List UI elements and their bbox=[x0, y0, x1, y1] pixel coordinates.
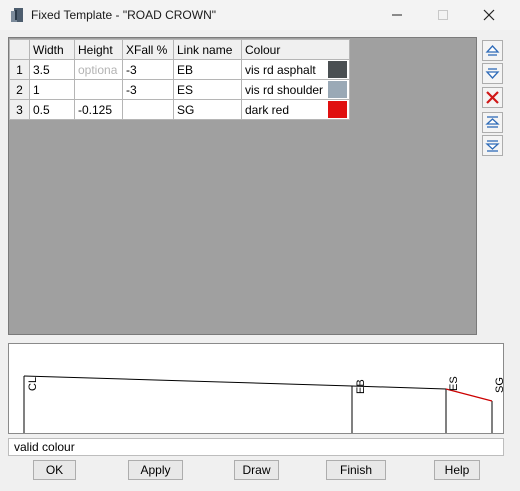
column-header-xfall[interactable]: XFall % bbox=[122, 39, 174, 60]
column-header-height[interactable]: Height bbox=[74, 39, 123, 60]
colour-name: dark red bbox=[245, 102, 290, 117]
window-title: Fixed Template - "ROAD CROWN" bbox=[31, 8, 216, 22]
height-cell[interactable] bbox=[74, 79, 123, 100]
minimize-icon bbox=[392, 14, 402, 16]
table-row: 1 3.5 optiona -3 EB vis rd asphalt bbox=[9, 59, 351, 80]
colour-cell[interactable]: vis rd asphalt bbox=[240, 59, 351, 80]
move-row-up-button[interactable] bbox=[482, 40, 503, 61]
column-header-colour[interactable]: Colour bbox=[240, 39, 351, 60]
es-label: ES bbox=[448, 376, 460, 391]
width-cell[interactable]: 3.5 bbox=[29, 59, 75, 80]
colour-name: vis rd shoulder bbox=[245, 82, 324, 97]
column-header-link-name[interactable]: Link name bbox=[173, 39, 242, 60]
colour-cell[interactable]: vis rd shoulder bbox=[240, 79, 351, 100]
colour-swatch[interactable] bbox=[328, 81, 348, 98]
grid-header-row: Width Height XFall % Link name Colour bbox=[9, 39, 351, 60]
width-cell[interactable]: 0.5 bbox=[29, 99, 75, 120]
status-message: valid colour bbox=[8, 438, 504, 456]
xfall-cell[interactable] bbox=[122, 99, 174, 120]
row-number[interactable]: 2 bbox=[9, 79, 30, 100]
ok-button[interactable]: OK bbox=[33, 460, 76, 480]
move-row-up-icon bbox=[485, 45, 500, 56]
cl-label: CL bbox=[27, 377, 39, 391]
row-number[interactable]: 1 bbox=[9, 59, 30, 80]
maximize-button[interactable] bbox=[420, 0, 466, 30]
colour-swatch[interactable] bbox=[328, 101, 348, 118]
help-button[interactable]: Help bbox=[434, 460, 480, 480]
colour-name: vis rd asphalt bbox=[245, 62, 316, 77]
row-number[interactable]: 3 bbox=[9, 99, 30, 120]
height-cell[interactable]: -0.125 bbox=[74, 99, 123, 120]
eb-label: EB bbox=[355, 379, 367, 394]
link-name-cell[interactable]: SG bbox=[173, 99, 242, 120]
close-icon bbox=[483, 9, 495, 21]
height-cell[interactable]: optiona bbox=[74, 59, 123, 80]
move-row-down-button[interactable] bbox=[482, 63, 503, 84]
minimize-button[interactable] bbox=[374, 0, 420, 30]
link-name-cell[interactable]: EB bbox=[173, 59, 242, 80]
template-drawing-panel[interactable]: CL EB ES SG bbox=[8, 343, 504, 434]
close-button[interactable] bbox=[466, 0, 512, 30]
template-grid: Width Height XFall % Link name Colour 1 … bbox=[9, 39, 351, 120]
grid-corner bbox=[9, 39, 30, 60]
table-row: 3 0.5 -0.125 SG dark red bbox=[9, 99, 351, 120]
link-name-cell[interactable]: ES bbox=[173, 79, 242, 100]
insert-row-above-icon bbox=[485, 116, 500, 128]
table-row: 2 1 -3 ES vis rd shoulder bbox=[9, 79, 351, 100]
maximize-icon bbox=[438, 10, 448, 20]
move-row-down-icon bbox=[485, 68, 500, 79]
insert-row-above-button[interactable] bbox=[482, 112, 503, 133]
draw-button[interactable]: Draw bbox=[234, 460, 279, 480]
carriageway-line bbox=[23, 375, 447, 390]
xfall-cell[interactable]: -3 bbox=[122, 59, 174, 80]
insert-row-below-icon bbox=[485, 140, 500, 152]
colour-cell[interactable]: dark red bbox=[240, 99, 351, 120]
template-app-icon bbox=[10, 7, 26, 23]
sg-label: SG bbox=[494, 377, 503, 393]
apply-button[interactable]: Apply bbox=[128, 460, 183, 480]
delete-row-button[interactable] bbox=[482, 87, 503, 108]
width-cell[interactable]: 1 bbox=[29, 79, 75, 100]
column-header-width[interactable]: Width bbox=[29, 39, 75, 60]
finish-button[interactable]: Finish bbox=[326, 460, 386, 480]
delete-row-icon bbox=[486, 91, 499, 104]
xfall-cell[interactable]: -3 bbox=[122, 79, 174, 100]
colour-swatch[interactable] bbox=[328, 61, 348, 78]
insert-row-below-button[interactable] bbox=[482, 135, 503, 156]
template-cross-section: CL EB ES SG bbox=[23, 375, 503, 433]
